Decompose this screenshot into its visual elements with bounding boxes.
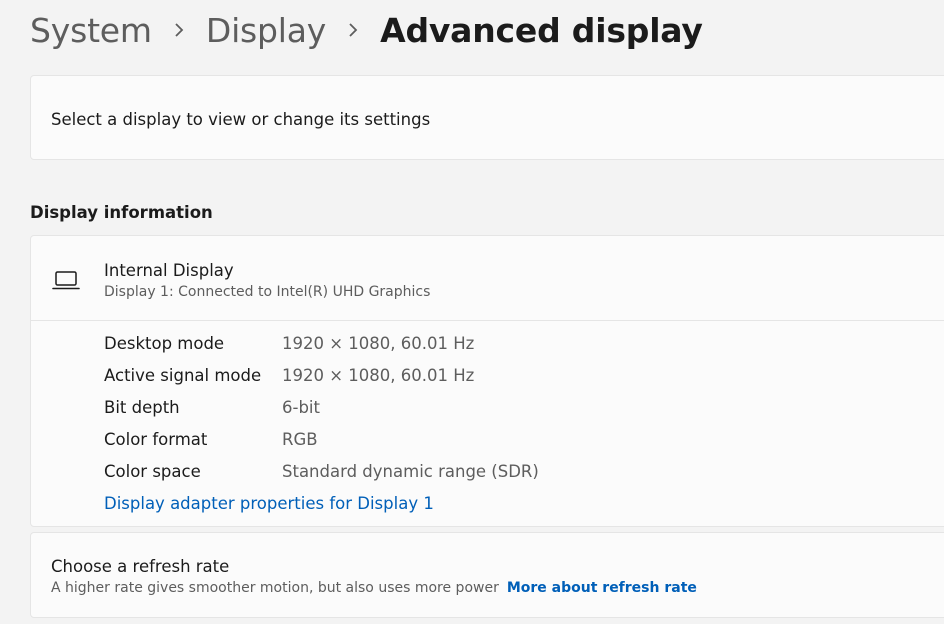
display-connection: Display 1: Connected to Intel(R) UHD Gra… — [104, 284, 431, 300]
chevron-right-icon — [326, 8, 380, 52]
property-label: Desktop mode — [104, 334, 225, 353]
property-value: RGB — [282, 430, 318, 449]
property-value: 6-bit — [282, 398, 320, 417]
breadcrumb: System Display Advanced display — [30, 8, 703, 52]
refresh-rate-card: Choose a refresh rate A higher rate give… — [30, 532, 944, 618]
select-display-text: Select a display to view or change its s… — [51, 110, 431, 129]
property-label: Color space — [104, 462, 201, 481]
display-name: Internal Display — [104, 261, 234, 280]
laptop-icon — [52, 269, 80, 291]
breadcrumb-display[interactable]: Display — [206, 11, 326, 50]
property-label: Bit depth — [104, 398, 180, 417]
refresh-rate-description-row: A higher rate gives smoother motion, but… — [51, 580, 697, 596]
refresh-rate-title: Choose a refresh rate — [51, 557, 230, 576]
display-adapter-properties-link[interactable]: Display adapter properties for Display 1 — [104, 494, 434, 513]
property-value: 1920 × 1080, 60.01 Hz — [282, 334, 475, 353]
display-information-heading: Display information — [30, 203, 213, 222]
chevron-right-icon — [152, 8, 206, 52]
more-about-refresh-rate-link[interactable]: More about refresh rate — [507, 580, 697, 596]
property-value: 1920 × 1080, 60.01 Hz — [282, 366, 475, 385]
display-information-card: Internal Display Display 1: Connected to… — [30, 235, 944, 527]
property-label: Active signal mode — [104, 366, 262, 385]
display-info-header: Internal Display Display 1: Connected to… — [31, 236, 944, 321]
breadcrumb-system[interactable]: System — [30, 11, 152, 50]
select-display-card[interactable]: Select a display to view or change its s… — [30, 75, 944, 160]
page-title: Advanced display — [380, 10, 703, 50]
refresh-rate-description: A higher rate gives smoother motion, but… — [51, 580, 499, 596]
property-label: Color format — [104, 430, 208, 449]
property-value: Standard dynamic range (SDR) — [282, 462, 539, 481]
